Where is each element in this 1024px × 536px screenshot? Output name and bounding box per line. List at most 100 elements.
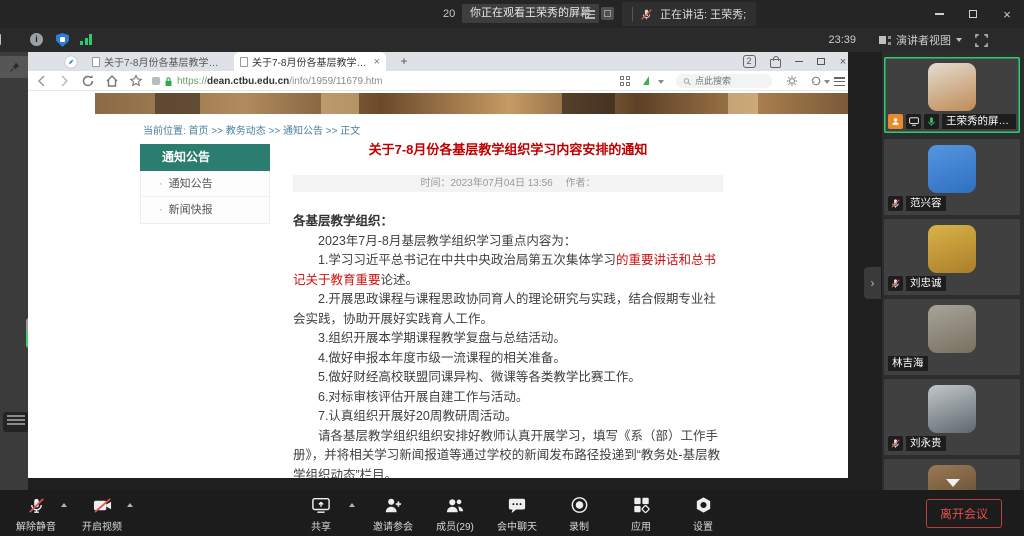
members-button[interactable]: 成员(29) (433, 495, 477, 533)
scroll-more-participants-icon[interactable] (946, 479, 960, 487)
participant-avatar (928, 305, 976, 353)
apps-button[interactable]: 应用 (619, 495, 663, 533)
browser-minimize-button[interactable] (788, 52, 810, 71)
extensions-grid-icon[interactable] (620, 76, 630, 86)
browser-maximize-button[interactable] (810, 52, 832, 71)
unmute-label: 解除静音 (16, 518, 56, 533)
participant-name: 刘忠诚 (906, 276, 946, 291)
record-button[interactable]: 录制 (557, 495, 601, 533)
search-input[interactable] (695, 76, 765, 86)
chat-button[interactable]: 会中聊天 (495, 495, 539, 533)
home-icon[interactable] (104, 73, 120, 89)
sidebar-collapse-arrow[interactable]: › (864, 267, 881, 299)
security-shield-icon[interactable] (56, 33, 69, 47)
minimize-button[interactable] (922, 0, 956, 28)
speed-mode-icon[interactable] (643, 76, 651, 85)
view-mode-switcher[interactable]: 演讲者视图 (879, 28, 962, 52)
video-options-caret-icon[interactable] (127, 503, 133, 507)
browser-tab-inactive[interactable]: 关于7-8月份各基层教学组织学 (86, 52, 230, 71)
mic-muted-icon (890, 278, 901, 289)
participant-tile[interactable]: 林吉海 (884, 299, 1020, 375)
back-icon[interactable] (34, 73, 50, 89)
article-meta: 时间：2023年07月04日 13:56 作者： (293, 175, 723, 192)
invite-label: 邀请参会 (373, 518, 413, 533)
quick-searchbox[interactable] (676, 74, 772, 88)
sidebar-item-notices[interactable]: 通知公告 (141, 171, 269, 197)
favorite-star-icon[interactable] (128, 73, 144, 89)
participant-label-row: 刘忠诚 (888, 276, 946, 291)
new-tab-button[interactable]: + (396, 54, 412, 70)
speed-mode-chevron-icon[interactable] (658, 80, 664, 84)
browser-logo-icon[interactable] (64, 55, 78, 69)
meeting-toolbar: 解除静音 开启视频 共享 邀请参会 成员(29) (0, 490, 1024, 536)
participant-mic-icon (888, 196, 903, 211)
screen-share-badge-icon (906, 114, 921, 129)
article-title: 关于7-8月份各基层教学组织学习内容安排的通知 (293, 139, 723, 158)
url-scheme: https:// (177, 76, 207, 87)
tab-count-badge[interactable]: 2 (738, 52, 760, 71)
record-icon (570, 496, 589, 514)
history-restore-icon[interactable] (810, 75, 822, 87)
site-info-icon[interactable] (152, 77, 160, 85)
share-label: 共享 (311, 518, 331, 533)
unmute-button[interactable]: 解除静音 (14, 495, 58, 533)
share-screen-button[interactable]: 共享 (299, 495, 343, 533)
close-button[interactable]: × (990, 0, 1024, 28)
mic-muted-icon (890, 198, 901, 209)
apps-label: 应用 (631, 518, 651, 533)
participant-tile[interactable]: 王荣秀的屏幕... (884, 57, 1020, 133)
side-by-side-layout-icon[interactable] (0, 34, 1, 45)
browser-menu-icon[interactable] (834, 75, 845, 88)
fullscreen-icon[interactable] (975, 34, 988, 47)
apps-icon (632, 496, 651, 514)
article-paragraph: 3.组织开展本学期课程教学复盘与总结活动。 (293, 329, 723, 349)
participant-label-row: 刘永贵 (888, 436, 946, 451)
participants-panel: 王荣秀的屏幕... 范兴容刘忠诚林吉海刘永贵 (882, 52, 1024, 490)
participant-tile[interactable]: 刘忠诚 (884, 219, 1020, 295)
tab-title: 关于7-8月份各基层教学组织学 (252, 54, 370, 69)
url-display[interactable]: https://dean.ctbu.edu.cn/info/1959/11679… (152, 74, 382, 88)
participant-name: 林吉海 (888, 356, 928, 371)
downloads-bag-icon[interactable] (764, 52, 786, 71)
participant-label-row: 王荣秀的屏幕... (888, 114, 1016, 129)
speaking-indicator: 正在讲话: 王荣秀; (622, 2, 756, 26)
tab-close-icon[interactable]: × (374, 56, 380, 68)
browser-close-button[interactable]: × (832, 52, 854, 71)
participant-tile[interactable]: 刘永贵 (884, 379, 1020, 455)
zoom-control-icon[interactable] (601, 7, 614, 20)
chat-bubble-icon (507, 496, 527, 514)
info-icon[interactable]: i (30, 33, 43, 46)
screen-menu-icon[interactable] (585, 8, 595, 21)
window-controls: × (922, 0, 1024, 28)
start-video-button[interactable]: 开启视频 (80, 495, 124, 533)
search-icon (683, 77, 691, 86)
share-options-caret-icon[interactable] (349, 503, 355, 507)
meeting-window: 20 你正在观看王荣秀的屏幕 正在讲话: 王荣秀; × i 23:39 演讲者视… (0, 0, 1024, 536)
sidebar-item-news[interactable]: 新闻快报 (141, 197, 269, 223)
meeting-timer: 20 (443, 0, 455, 28)
browser-tab-active[interactable]: 关于7-8月份各基层教学组织学 × (234, 52, 386, 71)
invite-button[interactable]: 邀请参会 (371, 495, 415, 533)
participant-tile[interactable]: 范兴容 (884, 139, 1020, 215)
speaking-label: 正在讲话: 王荣秀; (660, 6, 746, 22)
article-paragraph: 6.对标审核评估开展自建工作与活动。 (293, 388, 723, 408)
history-chevron-icon[interactable] (824, 80, 830, 84)
mic-muted-icon (27, 496, 46, 515)
sidebar-header: 通知公告 (140, 144, 270, 171)
settings-sun-icon[interactable] (786, 75, 798, 87)
view-mode-label: 演讲者视图 (896, 32, 951, 48)
settings-button[interactable]: 设置 (681, 495, 725, 533)
reload-icon[interactable] (80, 73, 96, 89)
forward-icon[interactable] (56, 73, 72, 89)
collapsed-list-widget[interactable] (3, 412, 29, 432)
maximize-button[interactable] (956, 0, 990, 28)
https-lock-icon (164, 76, 173, 87)
mic-options-caret-icon[interactable] (61, 503, 67, 507)
url-path: /info/1959/11679.htm (289, 76, 382, 87)
notice-sidebar: 通知公告 通知公告 新闻快报 (140, 144, 270, 224)
participant-avatar (928, 385, 976, 433)
chevron-down-icon (956, 38, 962, 42)
leave-meeting-button[interactable]: 离开会议 (926, 499, 1002, 528)
participant-mic-icon (924, 114, 939, 129)
pin-widget[interactable] (0, 56, 30, 78)
